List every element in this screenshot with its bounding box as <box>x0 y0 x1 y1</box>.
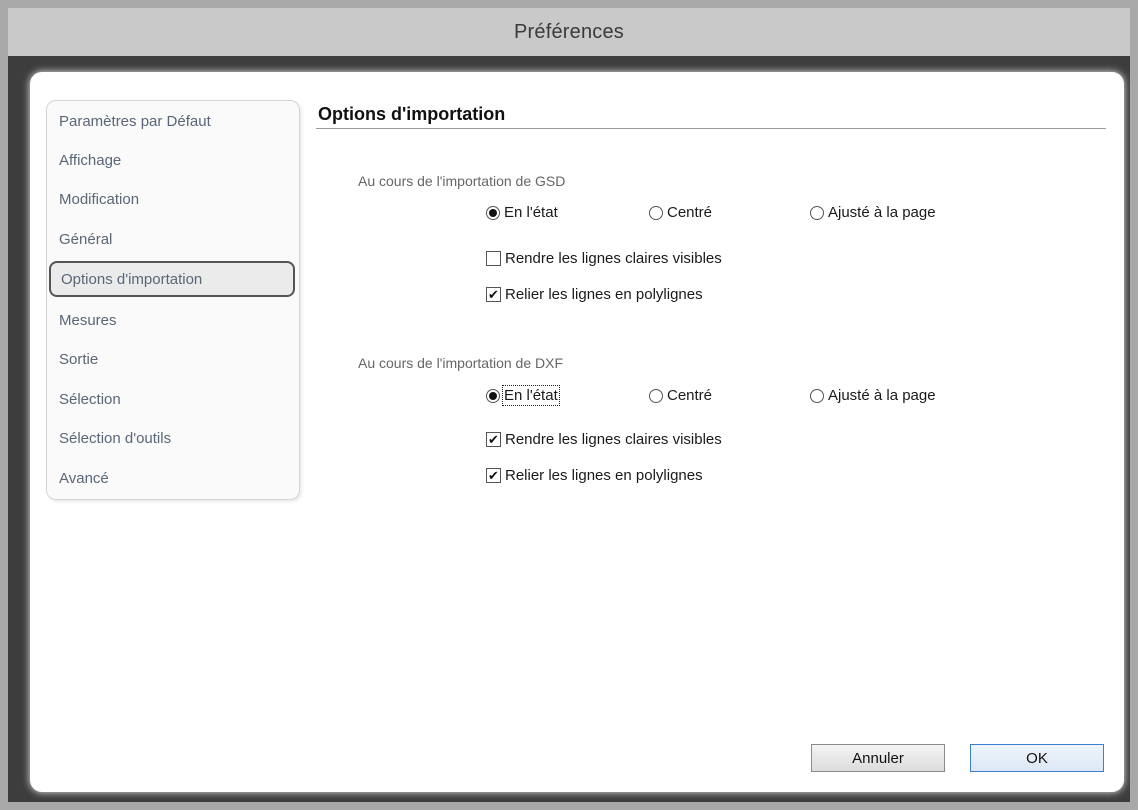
radio-unselected-icon <box>649 205 663 220</box>
gsd-check-polylines-label: Relier les lignes en polylignes <box>505 286 703 303</box>
sidebar-item-advanced[interactable]: Avancé <box>59 470 109 487</box>
gsd-check-light-lines-label: Rendre les lignes claires visibles <box>505 250 722 267</box>
dxf-group-label: Au cours de l'importation de DXF <box>358 355 563 371</box>
gsd-check-polylines[interactable]: ✔ Relier les lignes en polylignes <box>486 286 703 303</box>
radio-unselected-icon <box>649 388 663 403</box>
sidebar-item-tool-selection[interactable]: Sélection d'outils <box>59 430 171 447</box>
dxf-radio-as-is[interactable]: En l'état <box>486 385 560 406</box>
gsd-radio-centered-label: Centré <box>667 204 713 221</box>
radio-unselected-icon <box>810 388 824 403</box>
radio-selected-icon <box>486 388 500 403</box>
dxf-radio-fit-page[interactable]: Ajusté à la page <box>810 387 936 404</box>
radio-selected-icon <box>486 205 500 220</box>
dxf-radio-centered[interactable]: Centré <box>649 387 712 404</box>
category-sidebar: Paramètres par Défaut Affichage Modifica… <box>46 100 300 500</box>
radio-unselected-icon <box>810 205 824 220</box>
sidebar-item-modification[interactable]: Modification <box>59 191 139 208</box>
title-divider <box>316 128 1106 129</box>
gsd-radio-fit-page[interactable]: Ajusté à la page <box>810 204 936 221</box>
preferences-window: Préférences Paramètres par Défaut Affich… <box>0 0 1138 810</box>
dxf-radio-fit-page-label: Ajusté à la page <box>828 387 936 404</box>
checkbox-checked-icon: ✔ <box>486 287 501 302</box>
cancel-button[interactable]: Annuler <box>811 744 945 772</box>
dxf-check-light-lines-label: Rendre les lignes claires visibles <box>505 431 722 448</box>
title-bar: Préférences <box>8 8 1130 56</box>
sidebar-item-selection[interactable]: Sélection <box>59 391 121 408</box>
dxf-check-polylines[interactable]: ✔ Relier les lignes en polylignes <box>486 467 703 484</box>
sidebar-item-import-options[interactable]: Options d'importation <box>49 261 295 297</box>
sidebar-item-output[interactable]: Sortie <box>59 351 98 368</box>
dxf-radio-as-is-label: En l'état <box>502 385 560 406</box>
checkbox-empty-icon <box>486 251 501 266</box>
sidebar-item-display[interactable]: Affichage <box>59 152 121 169</box>
dxf-check-light-lines[interactable]: ✔ Rendre les lignes claires visibles <box>486 431 722 448</box>
gsd-radio-fit-page-label: Ajusté à la page <box>828 204 936 221</box>
gsd-radio-centered[interactable]: Centré <box>649 204 712 221</box>
checkbox-checked-icon: ✔ <box>486 432 501 447</box>
dxf-radio-centered-label: Centré <box>667 387 713 404</box>
ok-button[interactable]: OK <box>970 744 1104 772</box>
sidebar-item-general[interactable]: Général <box>59 231 112 248</box>
checkbox-checked-icon: ✔ <box>486 468 501 483</box>
gsd-group-label: Au cours de l'importation de GSD <box>358 173 566 189</box>
window-title: Préférences <box>513 20 625 43</box>
page-title: Options d'importation <box>318 104 506 124</box>
sidebar-item-default-settings[interactable]: Paramètres par Défaut <box>59 113 211 130</box>
gsd-radio-as-is-label: En l'état <box>504 204 558 221</box>
sidebar-item-measures[interactable]: Mesures <box>59 312 117 329</box>
gsd-radio-as-is[interactable]: En l'état <box>486 204 558 221</box>
dxf-check-polylines-label: Relier les lignes en polylignes <box>505 467 703 484</box>
gsd-check-light-lines[interactable]: Rendre les lignes claires visibles <box>486 250 722 267</box>
